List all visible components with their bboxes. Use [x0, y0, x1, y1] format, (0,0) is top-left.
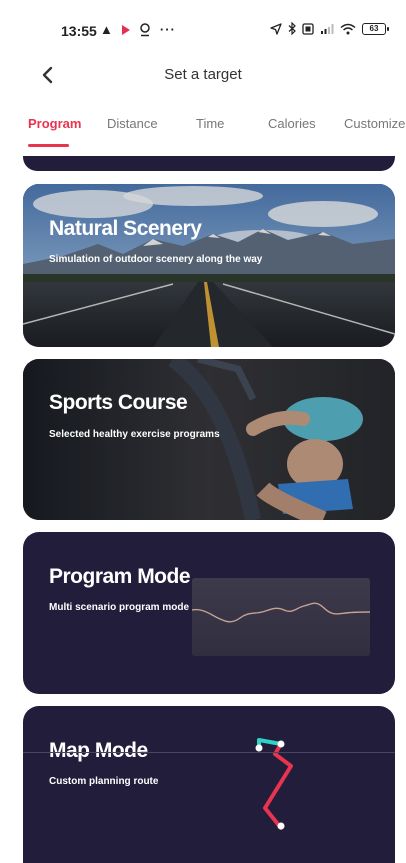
tab-customize[interactable]: Customize	[344, 116, 405, 131]
warning-icon: ▲	[100, 22, 113, 37]
header: Set a target	[0, 58, 406, 92]
map-mode-card[interactable]: Map Mode Custom planning route	[23, 706, 395, 863]
navigation-icon	[270, 22, 282, 35]
sports-course-card[interactable]: Sports Course Selected healthy exercise …	[23, 359, 395, 520]
card-title: Map Mode	[49, 739, 148, 762]
card-title: Natural Scenery	[49, 217, 202, 240]
status-right-icons: 63	[270, 22, 389, 35]
card-subtitle: Custom planning route	[49, 776, 159, 787]
card-title: Sports Course	[49, 391, 188, 414]
card-title: Program Mode	[49, 565, 191, 588]
card-subtitle: Simulation of outdoor scenery along the …	[49, 254, 263, 265]
program-wave-graphic	[192, 578, 370, 656]
route-map-icon	[255, 738, 293, 830]
page-title: Set a target	[164, 66, 242, 83]
tab-distance[interactable]: Distance	[107, 116, 158, 131]
status-time: 13:55	[61, 23, 97, 39]
status-left-icons: ▲ ···	[100, 22, 176, 37]
signal-icon	[321, 23, 334, 34]
status-bar: 13:55 ▲ ··· 63	[0, 0, 406, 58]
divider	[23, 752, 395, 753]
nfc-icon	[302, 22, 314, 35]
card-subtitle: Multi scenario program mode	[49, 602, 190, 613]
tab-program[interactable]: Program	[28, 116, 81, 131]
battery-icon: 63	[362, 22, 389, 35]
tab-time[interactable]: Time	[196, 116, 224, 131]
tab-calories[interactable]: Calories	[268, 116, 316, 131]
play-icon	[121, 24, 130, 35]
tab-bar: Program Distance Time Calories Customize	[0, 108, 406, 148]
scrolled-card-edge	[23, 156, 395, 171]
natural-scenery-card[interactable]: Natural Scenery Simulation of outdoor sc…	[23, 184, 395, 347]
card-subtitle: Selected healthy exercise programs	[49, 429, 220, 440]
location-icon	[140, 22, 150, 36]
active-tab-indicator	[28, 144, 69, 147]
more-icon: ···	[159, 22, 176, 37]
wifi-icon	[340, 23, 356, 34]
scenery-image	[23, 184, 395, 347]
bluetooth-icon	[288, 22, 296, 35]
program-mode-card[interactable]: Program Mode Multi scenario program mode	[23, 532, 395, 694]
